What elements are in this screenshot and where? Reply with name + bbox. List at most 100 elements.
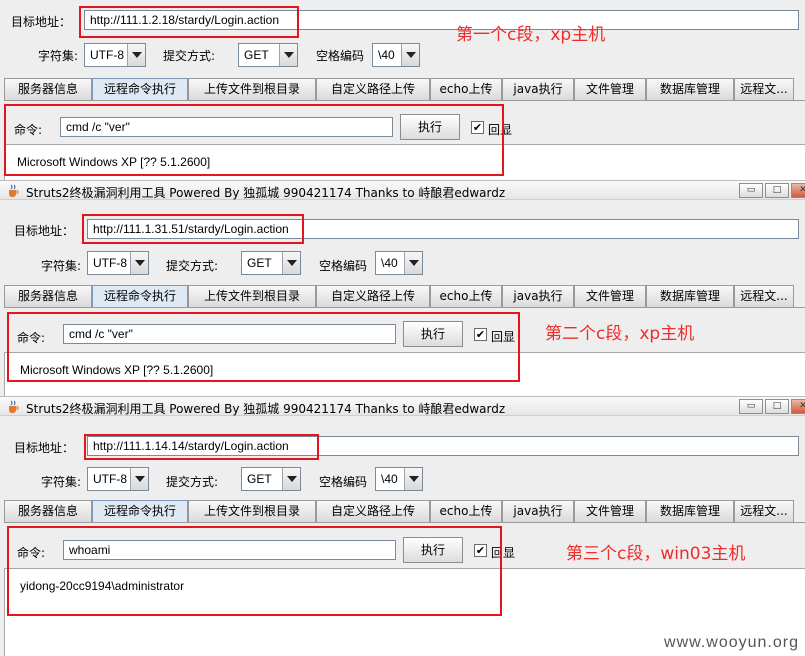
- target-label: 目标地址：: [14, 441, 75, 455]
- title-bar[interactable]: Struts2终极漏洞利用工具 Powered By 独孤城 990421174…: [0, 180, 805, 200]
- tab-bar: 服务器信息 远程命令执行 上传文件到根目录 自定义路径上传 echo上传 jav…: [4, 78, 805, 101]
- tab-java-exec[interactable]: java执行: [502, 78, 574, 100]
- tab-remote-file[interactable]: 远程文...: [734, 500, 794, 522]
- chevron-down-icon[interactable]: [401, 44, 419, 66]
- method-select[interactable]: GET: [241, 467, 301, 491]
- echo-label: 回显: [491, 546, 516, 560]
- annotation-label: 第三个c段，win03主机: [566, 544, 746, 564]
- command-input[interactable]: cmd /c "ver": [60, 117, 393, 137]
- tab-db-manager[interactable]: 数据库管理: [646, 78, 734, 100]
- tab-db-manager[interactable]: 数据库管理: [646, 285, 734, 307]
- charset-select[interactable]: UTF-8: [84, 43, 146, 67]
- charset-select[interactable]: UTF-8: [87, 251, 149, 275]
- command-label: 命令:: [17, 331, 46, 345]
- chevron-down-icon[interactable]: [282, 468, 300, 490]
- target-url-input[interactable]: http://111.1.14.14/stardy/Login.action: [87, 436, 799, 456]
- target-label: 目标地址：: [11, 15, 72, 29]
- tab-remote-file[interactable]: 远程文...: [734, 285, 794, 307]
- chevron-down-icon[interactable]: [404, 468, 422, 490]
- output-area[interactable]: Microsoft Windows XP [?? 5.1.2600]: [4, 352, 805, 396]
- tool-window-1: 目标地址： http://111.1.2.18/stardy/Login.act…: [0, 0, 805, 180]
- tab-server-info[interactable]: 服务器信息: [4, 78, 92, 100]
- target-url-input[interactable]: http://111.1.2.18/stardy/Login.action: [84, 10, 799, 30]
- space-encoding-label: 空格编码: [319, 475, 368, 489]
- space-encoding-select[interactable]: \40: [375, 251, 423, 275]
- command-input[interactable]: whoami: [63, 540, 396, 560]
- method-select[interactable]: GET: [241, 251, 301, 275]
- tab-remote-command[interactable]: 远程命令执行: [92, 78, 188, 101]
- close-button[interactable]: ✕: [791, 183, 805, 198]
- charset-label: 字符集:: [38, 49, 79, 63]
- tab-bar: 服务器信息 远程命令执行 上传文件到根目录 自定义路径上传 echo上传 jav…: [4, 500, 805, 523]
- tab-server-info[interactable]: 服务器信息: [4, 285, 92, 307]
- method-select[interactable]: GET: [238, 43, 298, 67]
- tab-file-manager[interactable]: 文件管理: [574, 78, 646, 100]
- space-encoding-select[interactable]: \40: [375, 467, 423, 491]
- tab-file-manager[interactable]: 文件管理: [574, 500, 646, 522]
- tab-java-exec[interactable]: java执行: [502, 285, 574, 307]
- minimize-button[interactable]: ▭: [739, 399, 763, 414]
- tab-remote-command[interactable]: 远程命令执行: [92, 500, 188, 523]
- chevron-down-icon[interactable]: [130, 252, 148, 274]
- title-bar[interactable]: Struts2终极漏洞利用工具 Powered By 独孤城 990421174…: [0, 396, 805, 416]
- output-area[interactable]: Microsoft Windows XP [?? 5.1.2600]: [4, 144, 805, 180]
- method-label: 提交方式:: [163, 49, 216, 63]
- echo-checkbox[interactable]: ✔: [471, 121, 484, 134]
- command-label: 命令:: [17, 546, 46, 560]
- space-encoding-label: 空格编码: [316, 49, 365, 63]
- tab-file-manager[interactable]: 文件管理: [574, 285, 646, 307]
- echo-checkbox[interactable]: ✔: [474, 544, 487, 557]
- method-label: 提交方式:: [166, 259, 219, 273]
- tab-echo-upload[interactable]: echo上传: [430, 500, 502, 522]
- chevron-down-icon[interactable]: [404, 252, 422, 274]
- close-button[interactable]: ✕: [791, 399, 805, 414]
- chevron-down-icon[interactable]: [130, 468, 148, 490]
- maximize-button[interactable]: □: [765, 183, 789, 198]
- tab-db-manager[interactable]: 数据库管理: [646, 500, 734, 522]
- target-label: 目标地址：: [14, 224, 75, 238]
- tab-divider: [4, 307, 805, 308]
- tab-remote-file[interactable]: 远程文...: [734, 78, 794, 100]
- space-encoding-value: \40: [381, 256, 398, 270]
- tab-bar: 服务器信息 远程命令执行 上传文件到根目录 自定义路径上传 echo上传 jav…: [4, 285, 805, 308]
- tool-window-2: Struts2终极漏洞利用工具 Powered By 独孤城 990421174…: [0, 180, 805, 396]
- echo-label: 回显: [488, 123, 513, 137]
- method-label: 提交方式:: [166, 475, 219, 489]
- minimize-button[interactable]: ▭: [739, 183, 763, 198]
- charset-value: UTF-8: [93, 256, 127, 270]
- tab-upload-root[interactable]: 上传文件到根目录: [188, 285, 316, 307]
- charset-select[interactable]: UTF-8: [87, 467, 149, 491]
- java-cup-icon: [9, 400, 19, 413]
- tab-custom-upload[interactable]: 自定义路径上传: [316, 78, 430, 100]
- maximize-button[interactable]: □: [765, 399, 789, 414]
- target-url-input[interactable]: http://111.1.31.51/stardy/Login.action: [87, 219, 799, 239]
- tab-echo-upload[interactable]: echo上传: [430, 285, 502, 307]
- execute-button[interactable]: 执行: [400, 114, 460, 140]
- echo-checkbox[interactable]: ✔: [474, 328, 487, 341]
- space-encoding-value: \40: [378, 48, 395, 62]
- tab-divider: [4, 522, 805, 523]
- tab-custom-upload[interactable]: 自定义路径上传: [316, 500, 430, 522]
- method-value: GET: [247, 256, 272, 270]
- chevron-down-icon[interactable]: [127, 44, 145, 66]
- tab-remote-command[interactable]: 远程命令执行: [92, 285, 188, 308]
- tab-upload-root[interactable]: 上传文件到根目录: [188, 78, 316, 100]
- tab-divider: [4, 100, 805, 101]
- space-encoding-label: 空格编码: [319, 259, 368, 273]
- space-encoding-select[interactable]: \40: [372, 43, 420, 67]
- chevron-down-icon[interactable]: [282, 252, 300, 274]
- tab-custom-upload[interactable]: 自定义路径上传: [316, 285, 430, 307]
- execute-button[interactable]: 执行: [403, 537, 463, 563]
- output-text: Microsoft Windows XP [?? 5.1.2600]: [20, 363, 214, 377]
- tab-server-info[interactable]: 服务器信息: [4, 500, 92, 522]
- window-title: Struts2终极漏洞利用工具 Powered By 独孤城 990421174…: [26, 402, 506, 416]
- execute-button[interactable]: 执行: [403, 321, 463, 347]
- command-input[interactable]: cmd /c "ver": [63, 324, 396, 344]
- tab-echo-upload[interactable]: echo上传: [430, 78, 502, 100]
- charset-value: UTF-8: [90, 48, 124, 62]
- chevron-down-icon[interactable]: [279, 44, 297, 66]
- tab-java-exec[interactable]: java执行: [502, 500, 574, 522]
- output-text: yidong-20cc9194\administrator: [20, 579, 185, 593]
- charset-value: UTF-8: [93, 472, 127, 486]
- tab-upload-root[interactable]: 上传文件到根目录: [188, 500, 316, 522]
